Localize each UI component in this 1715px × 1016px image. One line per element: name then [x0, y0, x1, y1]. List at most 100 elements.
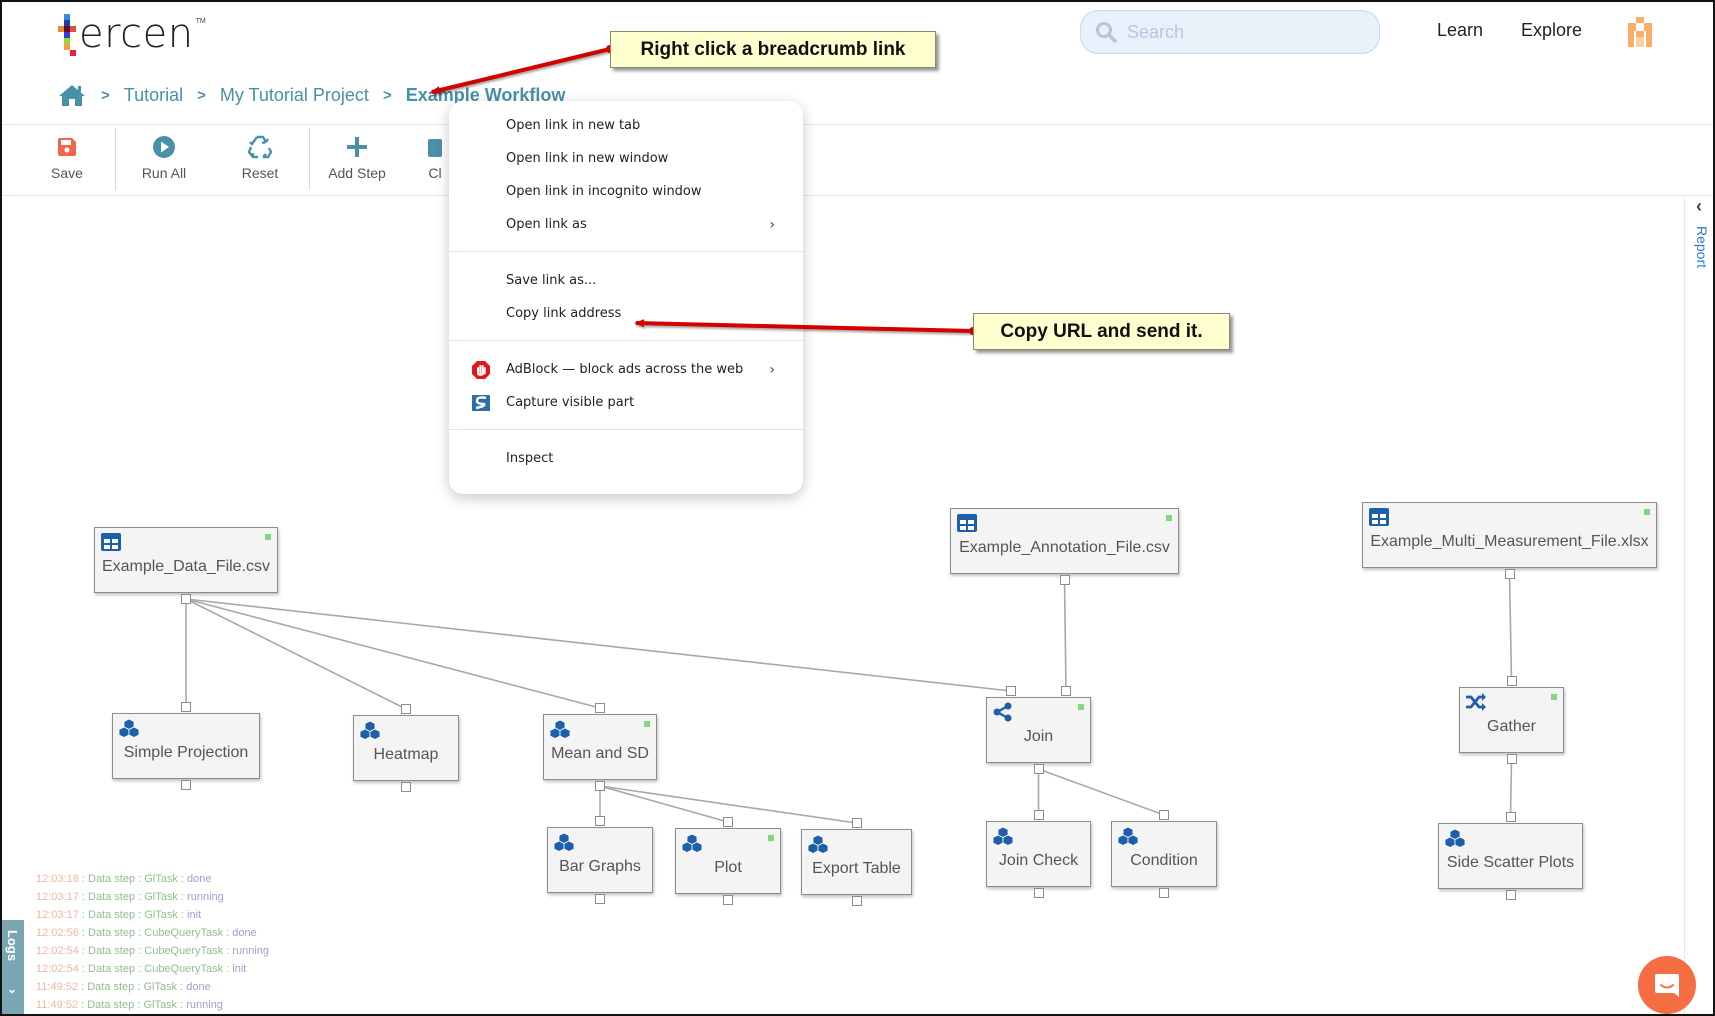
node-port[interactable]: [851, 818, 862, 828]
log-message: Data step : GlTask: [87, 999, 178, 1011]
workflow-node[interactable]: Heatmap: [353, 715, 459, 781]
log-entry: 12:03:17 : Data step : GlTask : running: [36, 891, 224, 903]
cubes-icon: [118, 718, 140, 738]
node-port[interactable]: [401, 782, 411, 792]
node-port[interactable]: [723, 817, 733, 827]
chat-button[interactable]: [1638, 956, 1696, 1014]
context-menu-label: Inspect: [506, 451, 554, 466]
node-port[interactable]: [1505, 890, 1516, 900]
node-port[interactable]: [181, 594, 191, 604]
workflow-node[interactable]: Example_Multi_Measurement_File.xlsx: [1362, 502, 1657, 568]
cubes-icon: [359, 720, 381, 740]
workflow-node[interactable]: Condition: [1111, 821, 1217, 887]
context-menu-item-adblock-block-ads-across-the-web[interactable]: AdBlock — block ads across the web ›: [449, 353, 803, 386]
node-status-indicator: [1166, 515, 1172, 521]
logs-tab-label: Logs: [5, 930, 20, 962]
workflow-node[interactable]: Join Check: [986, 821, 1091, 887]
workflow-link: [599, 785, 729, 823]
workflow-node-label: Side Scatter Plots: [1446, 854, 1575, 871]
node-port[interactable]: [1505, 812, 1516, 822]
log-message: Data step : CubeQueryTask: [88, 945, 224, 957]
share-icon: [992, 702, 1014, 722]
workflow-node[interactable]: Side Scatter Plots: [1438, 823, 1583, 889]
cubes-icon: [681, 833, 703, 853]
log-message: Data step : GlTask: [88, 909, 178, 921]
context-menu-label: Capture visible part: [506, 395, 635, 410]
cubes-icon: [549, 719, 571, 739]
workflow-node[interactable]: Simple Projection: [112, 713, 260, 779]
workflow-link: [1063, 579, 1067, 692]
log-entry: 12:03:18 : Data step : GlTask : done: [36, 873, 212, 885]
log-status: done: [232, 927, 257, 939]
log-message: Data step : GlTask: [87, 981, 178, 993]
node-port[interactable]: [1033, 888, 1044, 898]
node-port[interactable]: [1033, 810, 1044, 820]
workflow-node[interactable]: Join: [986, 697, 1091, 763]
workflow-node[interactable]: Plot: [675, 828, 781, 894]
context-menu-item-open-link-as[interactable]: Open link as ›: [449, 208, 803, 241]
cubes-icon: [1444, 828, 1466, 848]
workflow-link: [185, 598, 407, 710]
node-port[interactable]: [1033, 764, 1044, 774]
node-port[interactable]: [723, 895, 733, 905]
workflow-node-label: Gather: [1487, 718, 1536, 735]
log-message: Data step : GlTask: [88, 873, 178, 885]
workflow-node-label: Join Check: [998, 852, 1079, 869]
context-menu-separator: [449, 429, 803, 430]
log-status: running: [186, 999, 223, 1011]
log-time: 12:03:17: [36, 909, 79, 921]
node-port[interactable]: [1506, 676, 1517, 686]
log-time: 12:02:56: [36, 927, 79, 939]
workflow-link: [1038, 768, 1165, 816]
context-menu-item-open-link-in-new-window[interactable]: Open link in new window: [449, 142, 803, 175]
node-port[interactable]: [401, 704, 411, 714]
node-status-indicator: [265, 534, 271, 540]
node-port[interactable]: [595, 816, 605, 826]
context-menu-item-open-link-in-incognito-window[interactable]: Open link in incognito window: [449, 175, 803, 208]
callout-copy-url: Copy URL and send it.: [973, 313, 1230, 350]
log-status: done: [187, 873, 212, 885]
context-menu-item-open-link-in-new-tab[interactable]: Open link in new tab: [449, 109, 803, 142]
node-port[interactable]: [1059, 575, 1070, 585]
log-time: 12:03:18: [36, 873, 79, 885]
node-port[interactable]: [1006, 686, 1016, 696]
context-menu-item-inspect[interactable]: Inspect: [449, 442, 803, 475]
table-icon: [956, 513, 978, 533]
workflow-node[interactable]: Example_Data_File.csv: [94, 527, 278, 593]
log-entry: 11:49:52 : Data step : GlTask : running: [36, 999, 223, 1011]
node-port[interactable]: [595, 781, 605, 791]
context-menu-item-save-link-as[interactable]: Save link as...: [449, 264, 803, 297]
node-status-indicator: [1551, 694, 1557, 700]
callout-breadcrumb: Right click a breadcrumb link: [610, 31, 936, 68]
context-menu-item-capture-visible-part[interactable]: Capture visible part: [449, 386, 803, 419]
node-port[interactable]: [181, 780, 191, 790]
node-port[interactable]: [1504, 569, 1515, 579]
workflow-link: [185, 598, 1012, 692]
cubes-icon: [1117, 826, 1139, 846]
workflow-node-label: Example_Annotation_File.csv: [959, 539, 1170, 556]
adblock-icon: [471, 360, 491, 380]
node-port[interactable]: [1159, 888, 1169, 898]
log-list: 12:03:18 : Data step : GlTask : done 12:0…: [36, 870, 269, 1014]
workflow-node[interactable]: Example_Annotation_File.csv: [950, 508, 1179, 574]
workflow-node[interactable]: Mean and SD: [543, 714, 657, 780]
node-port[interactable]: [1506, 754, 1517, 764]
log-status: running: [232, 945, 269, 957]
node-port[interactable]: [851, 896, 862, 906]
context-menu-item-copy-link-address[interactable]: Copy link address: [449, 297, 803, 330]
node-port[interactable]: [1159, 810, 1169, 820]
node-port[interactable]: [181, 702, 191, 712]
workflow-node[interactable]: Bar Graphs: [547, 827, 653, 893]
log-time: 12:02:54: [36, 963, 79, 975]
chevron-down-icon: ⌄: [7, 982, 18, 996]
workflow-node[interactable]: Export Table: [801, 829, 912, 895]
cubes-icon: [553, 832, 575, 852]
chat-icon: [1655, 974, 1679, 997]
logs-tab[interactable]: Logs ⌄: [2, 920, 24, 1016]
node-port[interactable]: [595, 894, 605, 904]
log-entry: 12:02:56 : Data step : CubeQueryTask : d…: [36, 927, 257, 939]
chevron-right-icon: ›: [769, 216, 775, 233]
node-port[interactable]: [595, 703, 605, 713]
workflow-node[interactable]: Gather: [1459, 687, 1564, 753]
node-port[interactable]: [1061, 686, 1071, 696]
